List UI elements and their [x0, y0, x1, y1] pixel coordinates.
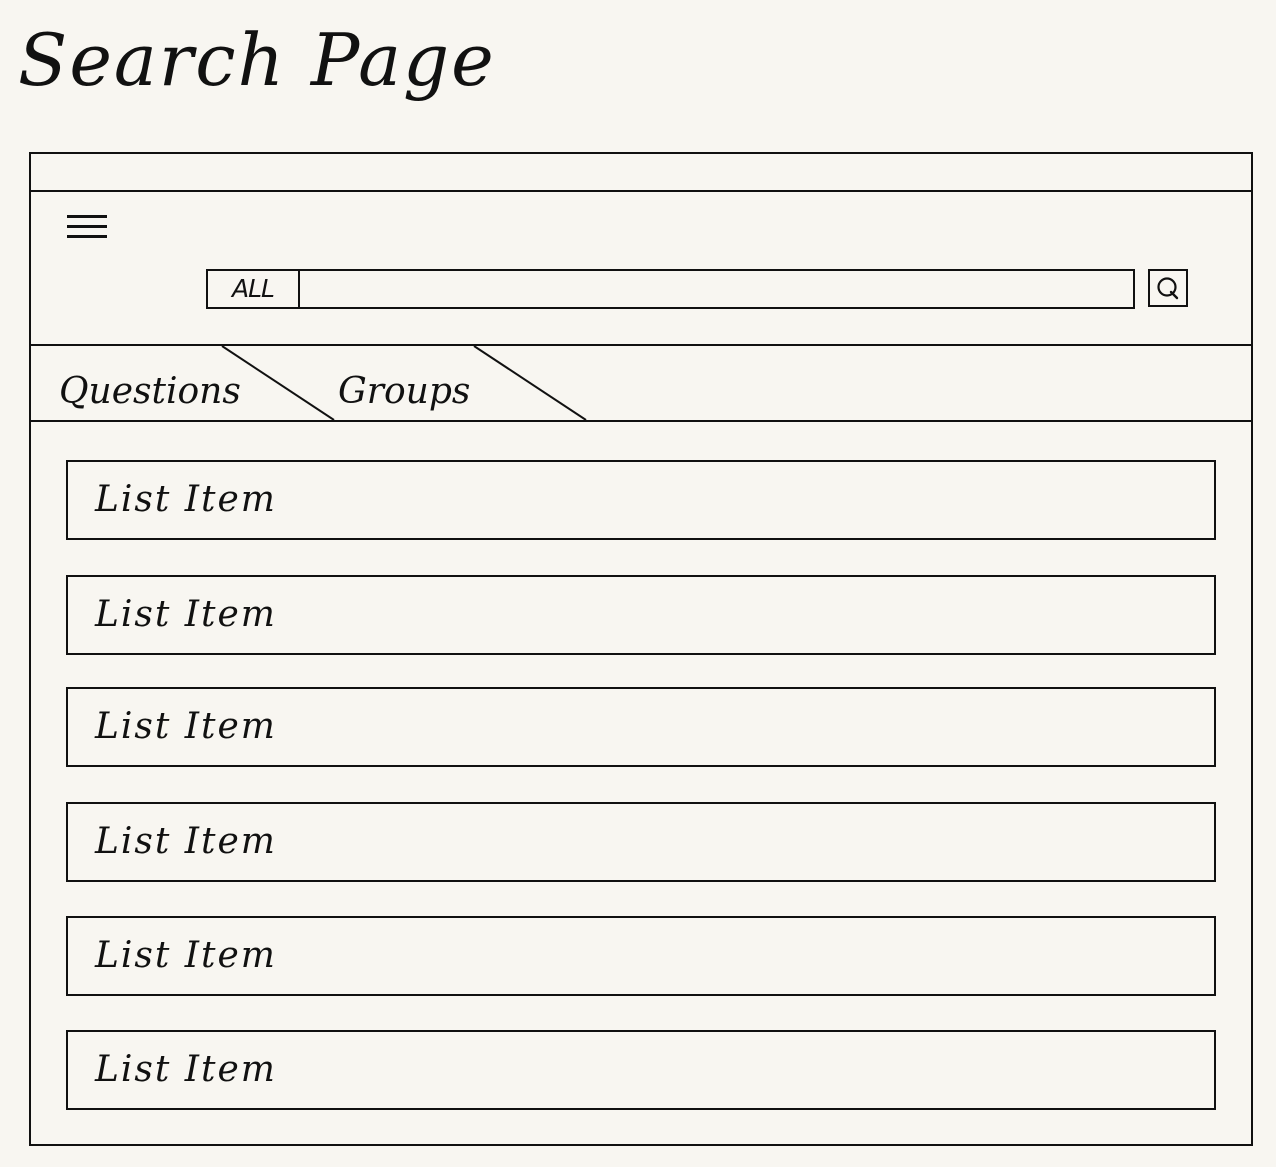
tab-groups[interactable]: Groups — [331, 346, 581, 420]
top-bar — [31, 154, 1251, 192]
search-input[interactable] — [297, 269, 1135, 309]
search-button[interactable] — [1148, 269, 1188, 307]
list-item[interactable]: List Item — [66, 916, 1216, 996]
list-item[interactable]: List Item — [66, 802, 1216, 882]
result-list: List Item List Item List Item List Item … — [31, 422, 1251, 1144]
page-title: Search Page — [18, 18, 496, 102]
app-header: ALL — [31, 192, 1251, 346]
list-item[interactable]: List Item — [66, 1030, 1216, 1110]
list-item-label: List Item — [95, 594, 277, 635]
tab-questions-label: Questions — [59, 371, 241, 412]
list-item[interactable]: List Item — [66, 687, 1216, 767]
list-item[interactable]: List Item — [66, 575, 1216, 655]
list-item-label: List Item — [95, 935, 277, 976]
list-item-label: List Item — [95, 479, 277, 520]
search-icon — [1157, 277, 1179, 300]
tab-bar: Questions Groups — [31, 346, 1251, 422]
list-item[interactable]: List Item — [66, 460, 1216, 540]
hamburger-menu-icon[interactable] — [65, 212, 109, 242]
tab-questions[interactable]: Questions — [31, 346, 331, 420]
search-scope-dropdown[interactable]: ALL — [206, 269, 300, 309]
tab-groups-label: Groups — [338, 371, 471, 412]
list-item-label: List Item — [95, 706, 277, 747]
app-frame: ALL Questions Groups List Item List Item — [29, 152, 1253, 1146]
list-item-label: List Item — [95, 1049, 277, 1090]
list-item-label: List Item — [95, 821, 277, 862]
